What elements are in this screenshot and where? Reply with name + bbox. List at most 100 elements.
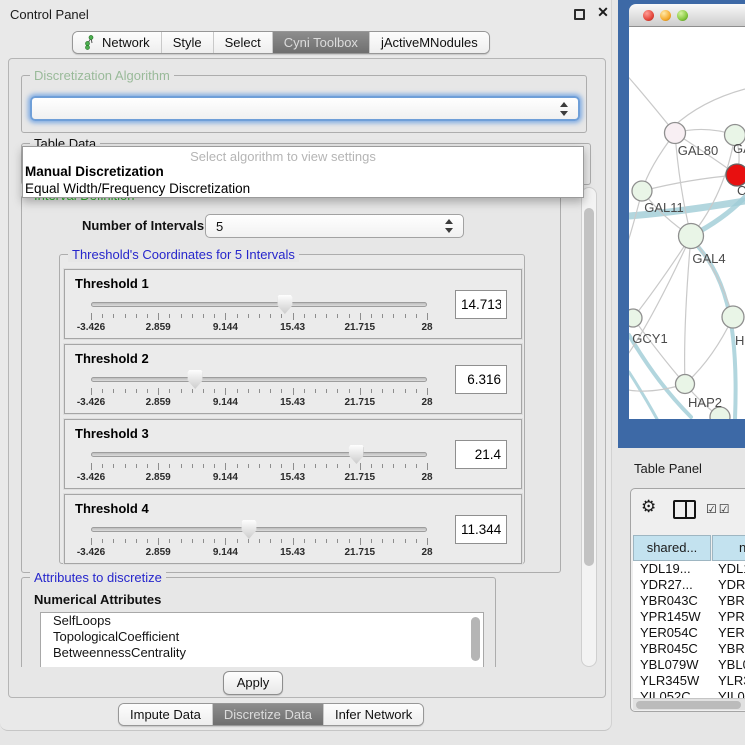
node-label-partial: GA	[733, 141, 745, 156]
threshold-3-panel: Threshold 3 -3.426 2.859 9.144 15.43	[64, 419, 522, 489]
threshold-3-value-field[interactable]	[455, 440, 507, 469]
table-horizontal-scrollbar[interactable]	[633, 698, 745, 710]
tab-select[interactable]: Select	[214, 32, 273, 53]
attribute-item[interactable]: TopologicalCoefficient	[41, 629, 483, 645]
tab-discretize-data-label: Discretize Data	[224, 707, 312, 722]
slider-thumb[interactable]	[349, 445, 364, 464]
number-of-intervals-combobox[interactable]: 5	[205, 214, 464, 238]
slider-thumb[interactable]	[277, 295, 292, 314]
tick-label: 2.859	[146, 472, 171, 483]
attribute-item[interactable]: SelfLoops	[41, 613, 483, 629]
tick-label: 2.859	[146, 547, 171, 558]
slider-track[interactable]	[91, 302, 427, 307]
table-row[interactable]: YDL19...YDL1	[633, 561, 745, 577]
minimize-traffic-light[interactable]	[660, 10, 671, 21]
zoom-traffic-light[interactable]	[677, 10, 688, 21]
threshold-4-value-field[interactable]	[455, 515, 507, 544]
tab-network[interactable]: Network	[73, 32, 162, 53]
column-header-name[interactable]: n	[712, 535, 745, 561]
cell: YBR0	[718, 641, 745, 657]
edge[interactable]	[642, 175, 737, 191]
threshold-1-slider[interactable]	[91, 301, 427, 309]
node-gcy1[interactable]	[629, 309, 642, 327]
network-window-titlebar[interactable]	[629, 4, 745, 27]
threshold-3-slider[interactable]	[91, 451, 427, 459]
threshold-2-slider[interactable]	[91, 376, 427, 384]
node-right[interactable]	[722, 306, 744, 328]
select-columns-icon[interactable]: ☑☑	[706, 502, 732, 516]
edge-teal[interactable]	[691, 239, 736, 419]
attributes-list-scrollbar[interactable]	[470, 615, 481, 667]
cell: YBR045C	[640, 641, 698, 657]
combo-stepper-icon	[560, 102, 569, 116]
table-row[interactable]: YER054CYER0	[633, 625, 745, 641]
settings-vertical-scrollbar[interactable]	[581, 187, 597, 667]
tick-label: -3.426	[77, 472, 105, 483]
edge-teal[interactable]	[629, 372, 657, 419]
edge[interactable]	[633, 236, 691, 318]
algorithm-combobox[interactable]	[30, 96, 580, 121]
float-window-icon[interactable]	[574, 9, 585, 20]
edge[interactable]	[685, 236, 691, 384]
node-gal4[interactable]	[679, 224, 704, 249]
tick-label: 2.859	[146, 397, 171, 408]
gear-icon[interactable]: ⚙	[641, 497, 656, 517]
edge[interactable]	[673, 89, 745, 127]
edge[interactable]	[629, 71, 675, 133]
combo-stepper-icon	[445, 219, 454, 233]
slider-track[interactable]	[91, 527, 427, 532]
tab-infer-network[interactable]: Infer Network	[324, 704, 423, 725]
apply-button[interactable]: Apply	[223, 671, 283, 695]
cell: YER054C	[640, 625, 698, 641]
threshold-4-slider[interactable]	[91, 526, 427, 534]
tab-style[interactable]: Style	[162, 32, 214, 53]
scrollbar-thumb[interactable]	[636, 701, 741, 709]
node-gal80[interactable]	[665, 123, 686, 144]
threshold-2-panel: Threshold 2 -3.426 2.859 9.144 15.43	[64, 344, 522, 414]
slider-ticks	[91, 313, 427, 321]
tick-label: 9.144	[213, 322, 238, 333]
scrollbar-thumb[interactable]	[584, 208, 594, 566]
tab-jactivemnodules[interactable]: jActiveMNodules	[370, 32, 489, 53]
table-row[interactable]: YLR345WYLR3	[633, 673, 745, 689]
table-row[interactable]: YBL079WYBL0	[633, 657, 745, 673]
edge[interactable]	[685, 317, 733, 384]
node-gal11[interactable]	[632, 181, 652, 201]
number-of-intervals-value: 5	[216, 219, 223, 234]
slider-thumb[interactable]	[188, 370, 203, 389]
cell: YBL0	[718, 657, 745, 673]
cell: YPR145W	[640, 609, 701, 625]
tab-cyni-toolbox[interactable]: Cyni Toolbox	[273, 32, 370, 53]
slider-track[interactable]	[91, 452, 427, 457]
node-label-hap2: HAP2	[688, 395, 722, 410]
table-row[interactable]: YBR043CYBR0	[633, 593, 745, 609]
node-hap2[interactable]	[676, 375, 695, 394]
table-row[interactable]: YPR145WYPR1	[633, 609, 745, 625]
close-traffic-light[interactable]	[643, 10, 654, 21]
slider-ticks	[91, 538, 427, 546]
tick-label: 15.43	[280, 547, 305, 558]
close-icon[interactable]: ✕	[595, 4, 611, 22]
option-equal-width-frequency[interactable]: Equal Width/Frequency Discretization	[25, 181, 250, 196]
column-header-shared[interactable]: shared...	[633, 535, 711, 561]
control-panel-titlebar: Control Panel ✕	[0, 0, 611, 28]
network-canvas[interactable]: GAL80 GA C GAL11 GAL4 GCY1 H HAP2	[629, 27, 745, 419]
threshold-1-value-field[interactable]	[455, 290, 507, 319]
table-row[interactable]: YBR045C YBR0	[633, 641, 745, 657]
slider-track[interactable]	[91, 377, 427, 382]
tick-label: 15.43	[280, 472, 305, 483]
node-label-gcy1: GCY1	[632, 331, 667, 346]
threshold-2-label: Threshold 2	[75, 351, 149, 366]
tab-impute-data[interactable]: Impute Data	[119, 704, 213, 725]
tab-discretize-data[interactable]: Discretize Data	[213, 704, 324, 725]
column-layout-icon[interactable]	[673, 500, 696, 519]
tick-label: -3.426	[77, 322, 105, 333]
slider-tick-labels: -3.426 2.859 9.144 15.43 21.715 28	[91, 547, 427, 559]
attribute-item[interactable]: BetweennessCentrality	[41, 645, 483, 661]
table-row[interactable]: YDR27...YDR2	[633, 577, 745, 593]
option-manual-discretization[interactable]: Manual Discretization	[25, 164, 164, 179]
scrollbar-thumb[interactable]	[471, 617, 480, 661]
slider-thumb[interactable]	[241, 520, 256, 539]
threshold-2-value-field[interactable]	[455, 365, 507, 394]
tick-label: 28	[421, 322, 432, 333]
